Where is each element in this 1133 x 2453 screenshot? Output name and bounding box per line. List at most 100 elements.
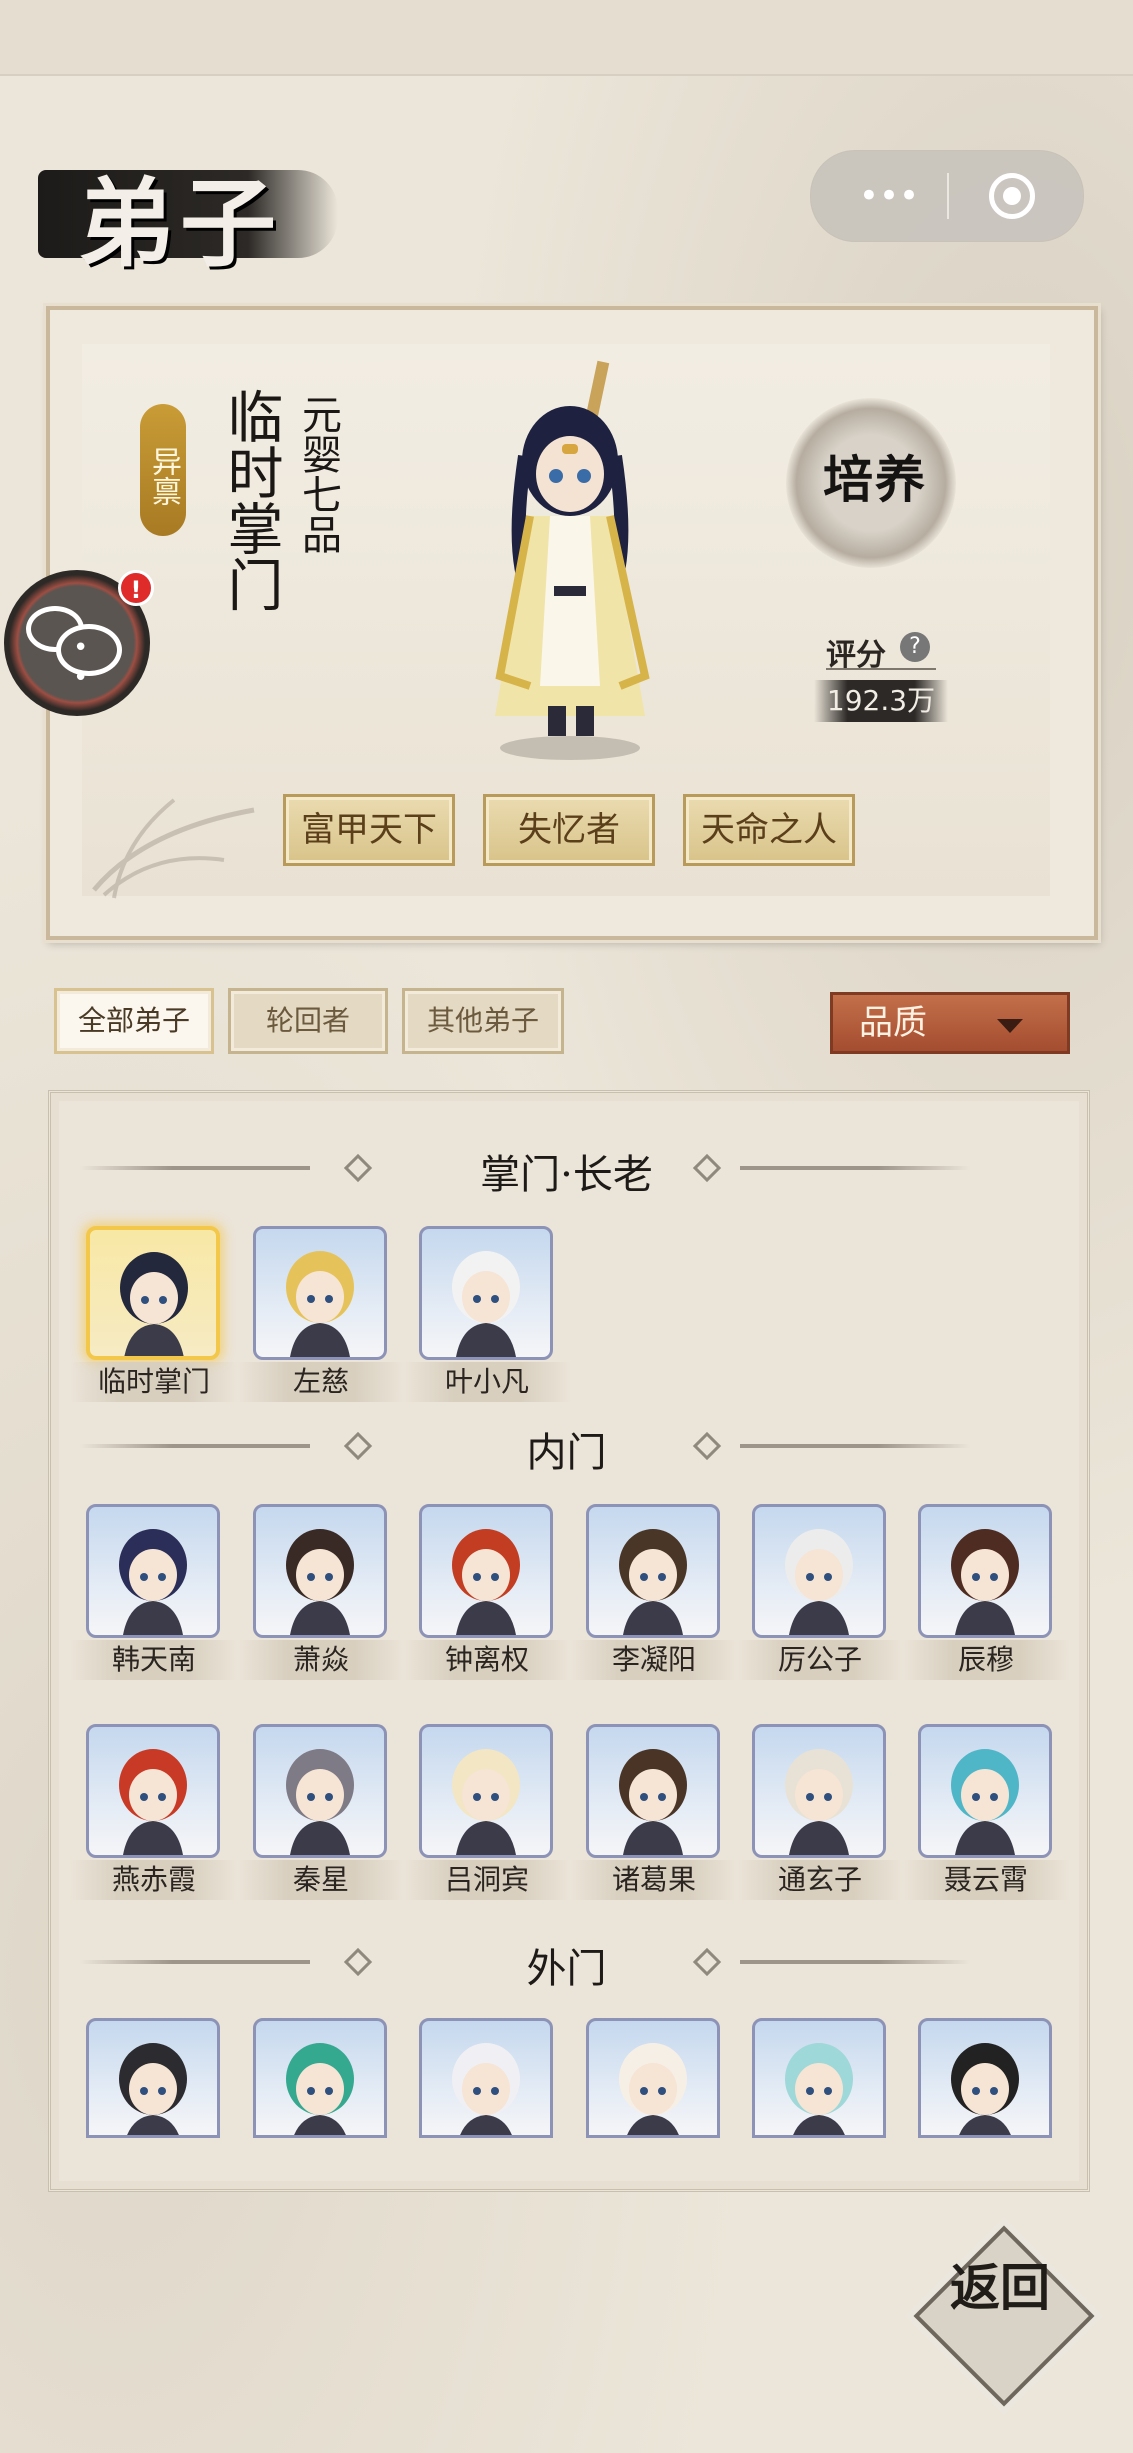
disciple-portrait [86, 1724, 220, 1858]
trait-tag-2[interactable]: 失忆者 [483, 794, 655, 866]
disciple-name: 辰穆 [902, 1640, 1070, 1680]
chibi-avatar-icon [619, 1529, 687, 1635]
chibi-avatar-icon [452, 2043, 520, 2135]
score-underline [826, 668, 936, 670]
trait-tag-3[interactable]: 天命之人 [683, 794, 855, 866]
disciple-name: 钟离权 [403, 1640, 571, 1680]
disciple-portrait [586, 1724, 720, 1858]
chibi-avatar-icon [452, 1749, 520, 1855]
tab-reincarnators[interactable]: 轮回者 [228, 988, 388, 1054]
target-circle-icon[interactable] [989, 173, 1035, 219]
section-rule-right [740, 1444, 970, 1448]
chibi-avatar-icon [785, 1749, 853, 1855]
disciple-card[interactable]: 左慈 [237, 1226, 405, 1402]
disciple-portrait [752, 1504, 886, 1638]
disciple-card[interactable]: 辰穆 [902, 1504, 1070, 1680]
section-title-inner: 内门 [526, 1430, 607, 1476]
mini-program-capsule: ••• [810, 150, 1084, 242]
tab-all-disciples[interactable]: 全部弟子 [54, 988, 214, 1054]
disciple-card[interactable] [752, 2018, 888, 2188]
hero-character-sprite[interactable] [470, 356, 690, 776]
disciple-name: 临时掌门 [70, 1362, 238, 1402]
disciple-card[interactable] [86, 2018, 222, 2188]
back-label[interactable]: 返回 [950, 2260, 1050, 2316]
disciple-name: 韩天南 [70, 1640, 238, 1680]
disciple-card[interactable]: 萧焱 [237, 1504, 405, 1680]
chibi-avatar-icon [286, 2043, 354, 2135]
chibi-avatar-icon [452, 1529, 520, 1635]
chibi-avatar-icon [785, 2043, 853, 2135]
capsule-divider [947, 173, 949, 219]
chibi-avatar-icon [951, 2043, 1019, 2135]
disciple-name: 厉公子 [736, 1640, 904, 1680]
chibi-avatar-icon [951, 1529, 1019, 1635]
disciple-portrait [253, 1504, 387, 1638]
chibi-avatar-icon [785, 1529, 853, 1635]
chat-bubble-front-icon [56, 624, 122, 693]
score-value: 192.3万 [814, 680, 948, 722]
more-dots-icon[interactable]: ••• [849, 177, 929, 215]
status-strip [0, 0, 1133, 76]
disciple-card[interactable]: 吕洞宾 [403, 1724, 571, 1900]
cultivate-button[interactable]: 培养 [800, 440, 950, 512]
disciple-card[interactable]: 秦星 [237, 1724, 405, 1900]
disciple-portrait [586, 1504, 720, 1638]
hero-name: 临时掌门 [218, 388, 283, 612]
disciple-name: 秦星 [237, 1860, 405, 1900]
chibi-avatar-icon [286, 1251, 354, 1357]
chibi-avatar-icon [286, 1749, 354, 1855]
disciple-name: 吕洞宾 [403, 1860, 571, 1900]
disciple-portrait [752, 2018, 886, 2138]
disciple-name: 诸葛果 [570, 1860, 738, 1900]
disciple-card[interactable]: 钟离权 [403, 1504, 571, 1680]
grass-decoration [92, 798, 255, 899]
disciple-card[interactable]: 聂云霄 [902, 1724, 1070, 1900]
disciple-portrait [918, 1504, 1052, 1638]
chibi-avatar-icon [119, 2043, 187, 2135]
disciple-card[interactable]: 韩天南 [70, 1504, 238, 1680]
hero-rank: 元婴七品 [295, 394, 341, 554]
disciple-card[interactable]: 诸葛果 [570, 1724, 738, 1900]
trait-tag-1[interactable]: 富甲天下 [283, 794, 455, 866]
disciple-card[interactable]: 李凝阳 [570, 1504, 738, 1680]
disciple-name: 萧焱 [237, 1640, 405, 1680]
section-title-outer: 外门 [526, 1946, 607, 1992]
disciple-name: 李凝阳 [570, 1640, 738, 1680]
aptitude-tag: 异禀 [140, 404, 186, 536]
disciple-name: 叶小凡 [403, 1362, 571, 1402]
disciple-card[interactable] [419, 2018, 555, 2188]
disciple-portrait [86, 2018, 220, 2138]
disciple-portrait [419, 1226, 553, 1360]
disciple-portrait [419, 2018, 553, 2138]
chibi-avatar-icon [119, 1529, 187, 1635]
help-icon[interactable]: ? [900, 632, 930, 662]
chibi-avatar-icon [119, 1749, 187, 1855]
disciple-card[interactable] [253, 2018, 389, 2188]
dropdown-arrow-icon [997, 1019, 1023, 1033]
disciple-card[interactable]: 厉公子 [736, 1504, 904, 1680]
disciple-name: 通玄子 [736, 1860, 904, 1900]
chibi-avatar-icon [619, 1749, 687, 1855]
disciple-name: 聂云霄 [902, 1860, 1070, 1900]
disciple-portrait [86, 1226, 220, 1360]
quality-sort-dropdown[interactable]: 品质 [830, 992, 1070, 1054]
section-rule-right [740, 1960, 970, 1964]
disciple-card[interactable]: 临时掌门 [70, 1226, 238, 1402]
disciple-portrait [419, 1504, 553, 1638]
alert-badge: ! [118, 570, 154, 606]
tab-other-disciples[interactable]: 其他弟子 [402, 988, 564, 1054]
section-title-leaders: 掌门·长老 [480, 1152, 653, 1198]
chibi-avatar-icon [286, 1529, 354, 1635]
disciple-card[interactable]: 燕赤霞 [70, 1724, 238, 1900]
disciple-card[interactable]: 通玄子 [736, 1724, 904, 1900]
disciple-card[interactable] [918, 2018, 1054, 2188]
back-label-text: 返回 [950, 2258, 1050, 2317]
chibi-avatar-icon [951, 1749, 1019, 1855]
disciple-portrait [918, 1724, 1052, 1858]
disciple-card[interactable] [586, 2018, 722, 2188]
quality-label: 品质 [859, 1003, 927, 1043]
disciple-card[interactable]: 叶小凡 [403, 1226, 571, 1402]
disciple-name: 左慈 [237, 1362, 405, 1402]
section-rule-right [740, 1166, 970, 1170]
disciple-portrait [586, 2018, 720, 2138]
